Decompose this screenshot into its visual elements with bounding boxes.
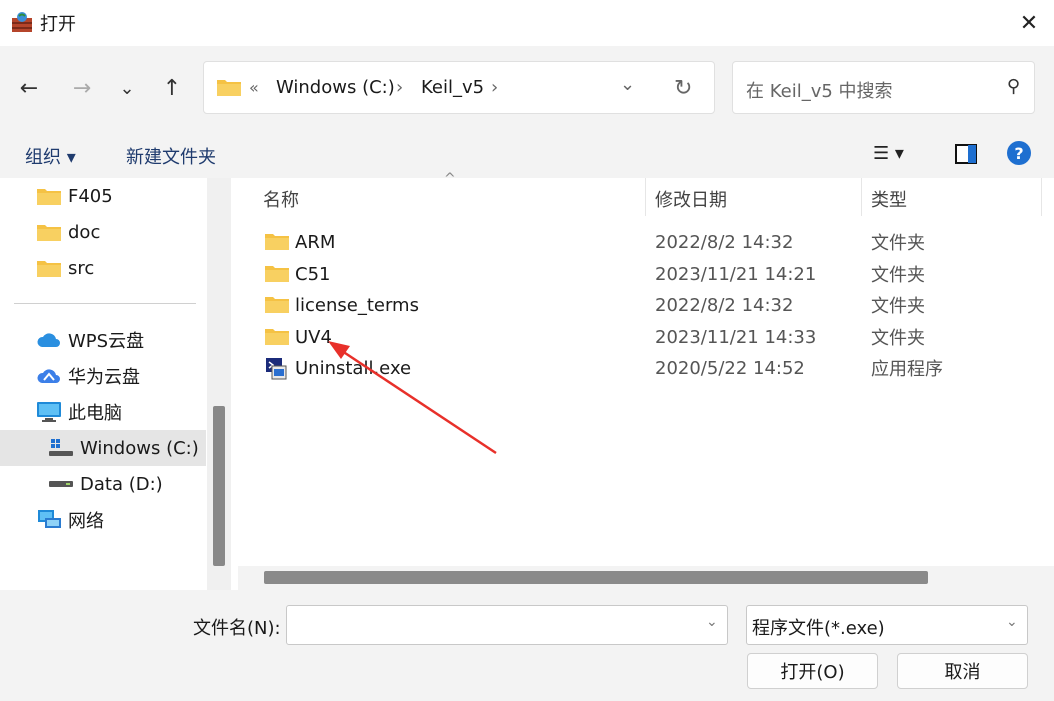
sort-indicator-icon: ^ [444,171,456,187]
annotation-arrow-icon [320,335,510,460]
file-type: 文件夹 [871,265,925,286]
up-button[interactable]: ↑ [155,70,189,106]
file-type-value: 程序文件(*.exe) [752,618,885,639]
sidebar-item-label: F405 [68,185,113,207]
sidebar-item-src[interactable]: src [36,251,242,285]
sidebar-item-doc[interactable]: doc [36,215,242,249]
sidebar-item-label: 华为云盘 [68,367,140,388]
folder-icon [36,221,62,243]
file-type: 应用程序 [871,359,943,380]
forward-button[interactable]: → [65,70,99,106]
file-name: ARM [295,231,336,253]
column-divider[interactable] [861,178,862,216]
exe-icon [264,357,290,386]
cloud-icon [36,329,62,351]
sidebar-item-f405[interactable]: F405 [36,179,242,213]
new-folder-button[interactable]: 新建文件夹 [126,143,216,169]
back-button[interactable]: ← [12,70,46,106]
sidebar-item-label: 此电脑 [68,403,122,424]
open-button[interactable]: 打开(O) [747,653,878,689]
sidebar-item-windows-c[interactable]: Windows (C:) [48,431,254,465]
search-placeholder[interactable]: 在 Keil_v5 中搜索 [746,77,893,103]
column-header-name[interactable]: 名称 [263,186,299,212]
breadcrumb-drive[interactable]: Windows (C:) [276,77,395,98]
file-name: C51 [295,263,331,285]
filename-input[interactable] [286,605,728,645]
back-arrow-icon: ← [19,75,39,101]
sidebar-item-label: Data (D:) [80,473,163,495]
column-divider[interactable] [645,178,646,216]
sidebar-item-data-d[interactable]: Data (D:) [48,467,254,501]
folder-icon [264,326,290,351]
file-date: 2022/8/2 14:32 [655,294,794,316]
cloud-icon [36,365,62,387]
sidebar-item-this-pc[interactable]: 此电脑 [36,395,242,429]
folder-icon [264,263,290,288]
sidebar-item-label: doc [68,221,101,243]
file-row[interactable]: license_terms 2022/8/2 14:32 文件夹 [262,289,1042,321]
column-divider[interactable] [1041,178,1042,216]
file-type: 文件夹 [871,233,925,254]
folder-icon [36,185,62,207]
sidebar-item-huawei-cloud[interactable]: 华为云盘 [36,359,242,393]
close-button[interactable]: ✕ [1008,4,1050,42]
address-folder-icon [216,77,242,102]
breadcrumb-separator[interactable]: › [396,77,403,98]
folder-icon [264,294,290,319]
view-options-icon[interactable]: ☰ ▾ [873,143,904,164]
organize-button[interactable]: 组织 ▾ [25,143,76,169]
file-row[interactable]: ARM 2022/8/2 14:32 文件夹 [262,226,1042,258]
search-icon[interactable]: ⚲ [1007,76,1020,97]
refresh-icon[interactable]: ↻ [674,76,692,101]
drive-icon [48,437,74,459]
file-date: 2023/11/21 14:21 [655,263,817,285]
sidebar-item-wps-cloud[interactable]: WPS云盘 [36,323,242,357]
breadcrumb-keil[interactable]: Keil_v5 [421,77,484,98]
sidebar-item-label: WPS云盘 [68,331,145,352]
folder-icon [36,257,62,279]
file-name: license_terms [295,294,419,316]
sidebar-item-label: src [68,257,95,279]
filename-dropdown-icon[interactable]: ⌄ [706,614,718,630]
network-icon [36,509,62,531]
file-row[interactable]: C51 2023/11/21 14:21 文件夹 [262,258,1042,290]
cancel-button[interactable]: 取消 [897,653,1028,689]
column-header-modified[interactable]: 修改日期 [655,186,727,212]
drive-icon [48,473,74,495]
address-dropdown-icon[interactable]: ⌄ [620,74,635,95]
column-header-type[interactable]: 类型 [871,186,907,212]
file-date: 2023/11/21 14:33 [655,326,817,348]
preview-pane-icon[interactable] [955,144,977,169]
file-date: 2020/5/22 14:52 [655,357,805,379]
title-bar [0,0,1054,46]
horizontal-scrollbar-thumb[interactable] [264,571,928,584]
filename-label: 文件名(N): [193,618,281,639]
chevron-down-icon: ⌄ [119,77,135,99]
computer-icon [36,401,62,423]
sidebar-item-label: Windows (C:) [80,437,199,459]
app-icon [10,10,34,34]
window-title: 打开 [40,14,76,35]
breadcrumb-overflow[interactable]: « [249,78,259,97]
folder-icon [264,231,290,256]
file-date: 2022/8/2 14:32 [655,231,794,253]
file-type: 文件夹 [871,296,925,317]
up-arrow-icon: ↑ [162,75,182,101]
breadcrumb-separator-end[interactable]: › [491,77,498,98]
file-type-dropdown-icon[interactable]: ⌄ [1006,614,1018,630]
close-icon: ✕ [1019,10,1039,36]
recent-locations-button[interactable]: ⌄ [110,70,144,106]
file-type: 文件夹 [871,328,925,349]
sidebar-divider [14,303,196,304]
forward-arrow-icon: → [72,75,92,101]
sidebar-item-label: 网络 [68,511,104,532]
sidebar-item-network[interactable]: 网络 [36,503,242,537]
help-icon[interactable]: ? [1007,141,1031,165]
